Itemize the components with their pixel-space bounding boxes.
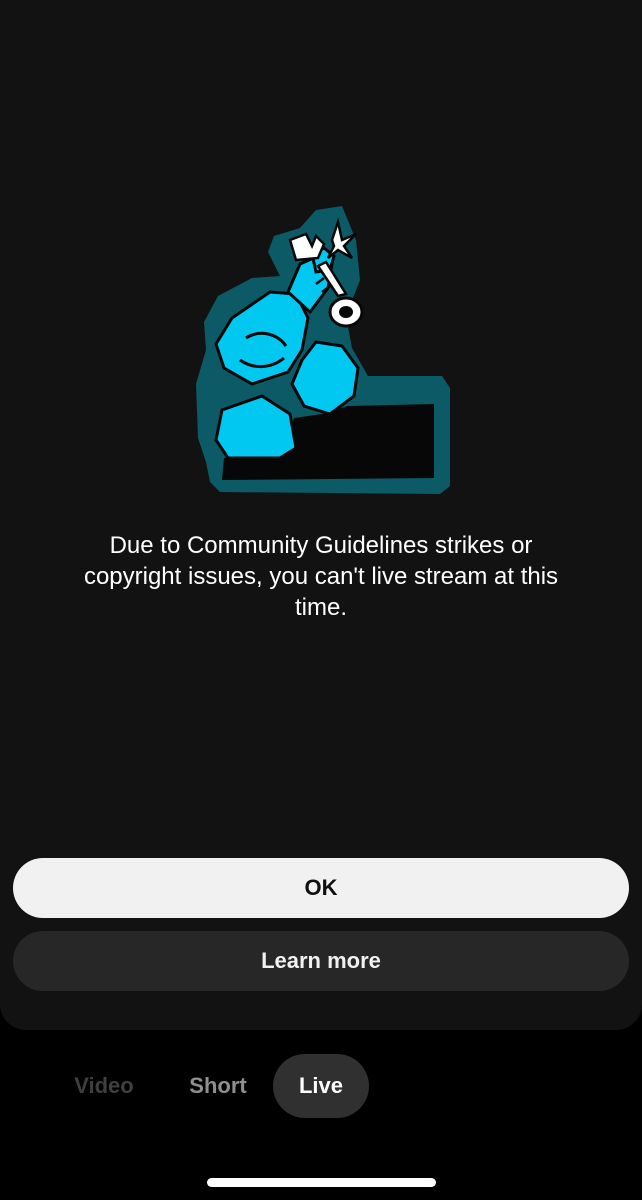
restriction-message: Due to Community Guidelines strikes or c…	[83, 532, 559, 621]
ok-button[interactable]: OK	[13, 858, 629, 918]
learn-more-button[interactable]: Learn more	[13, 931, 629, 991]
create-mode-switcher: Video Short Live	[0, 1054, 642, 1118]
home-indicator[interactable]	[207, 1178, 436, 1187]
mode-tab-live[interactable]: Live	[273, 1054, 369, 1118]
restriction-sheet: Due to Community Guidelines strikes or c…	[0, 0, 642, 1030]
mode-tab-video[interactable]: Video	[58, 1054, 150, 1118]
mode-tab-short[interactable]: Short	[172, 1054, 264, 1118]
locked-person-with-key-illustration	[192, 200, 452, 500]
